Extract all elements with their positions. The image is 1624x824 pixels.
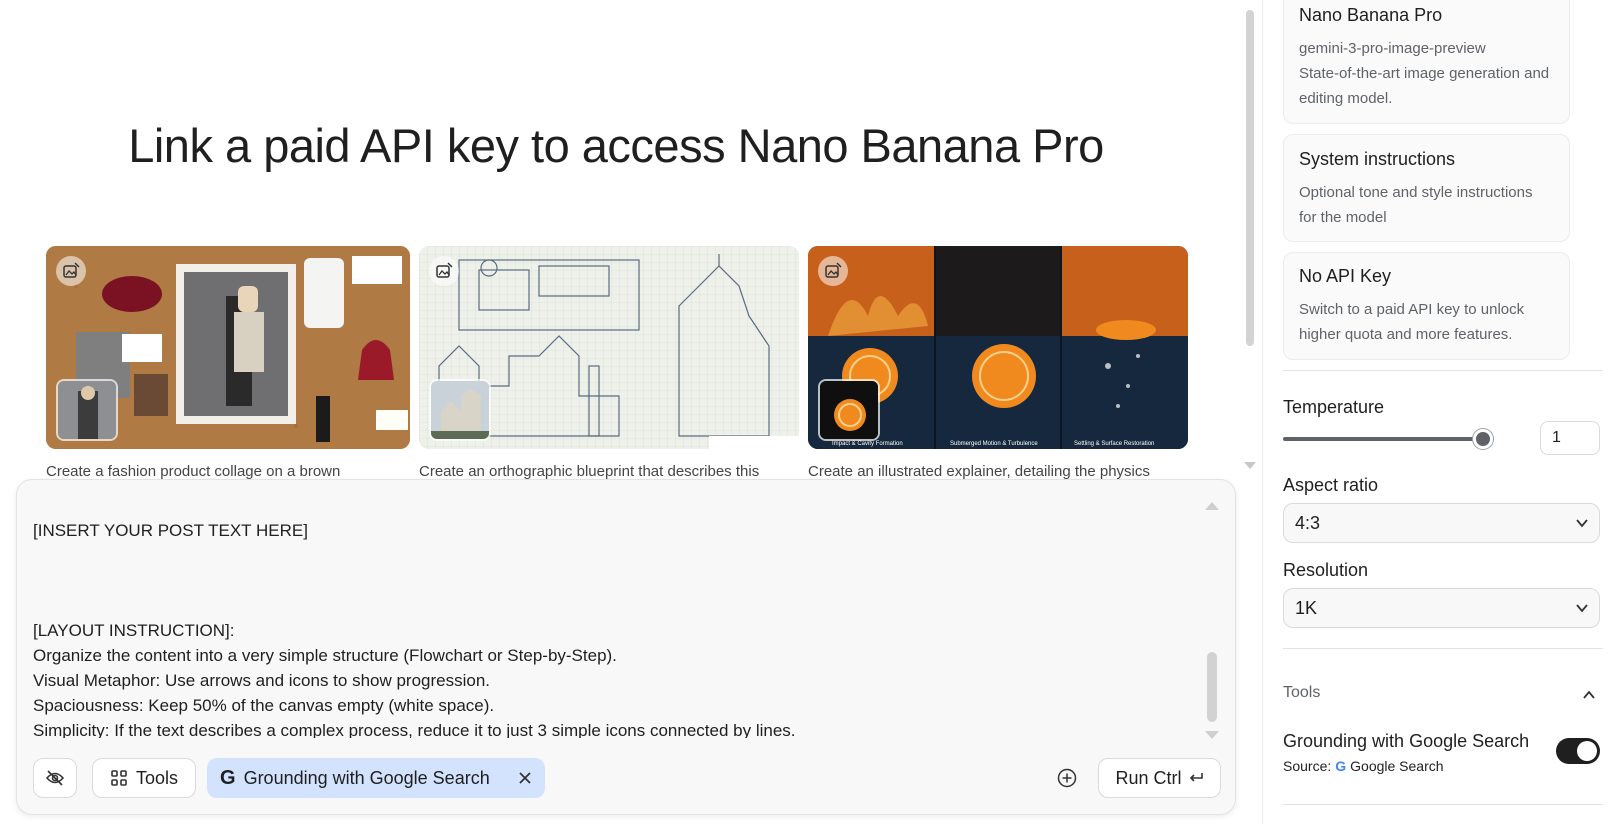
api-key-card[interactable]: No API Key Switch to a paid API key to u… bbox=[1283, 252, 1570, 360]
chevron-down-icon bbox=[1576, 519, 1588, 528]
example-card-fashion[interactable]: Create a fashion product collage on a br… bbox=[46, 246, 410, 480]
section-divider bbox=[1283, 370, 1603, 371]
image-edit-icon bbox=[429, 256, 459, 286]
temperature-label: Temperature bbox=[1283, 397, 1385, 417]
api-key-description: Switch to a paid API key to unlock highe… bbox=[1299, 301, 1525, 343]
model-title: Nano Banana Pro bbox=[1299, 5, 1443, 25]
example-image-blueprint bbox=[419, 246, 799, 449]
orange-splash-thumbnail bbox=[818, 379, 880, 441]
chevron-up-icon bbox=[1583, 690, 1595, 699]
svg-text:Submerged Motion & Turbulence: Submerged Motion & Turbulence bbox=[950, 441, 1038, 447]
image-edit-icon bbox=[56, 256, 86, 286]
castle-reference-thumbnail bbox=[429, 379, 491, 441]
svg-text:Settling & Surface Restoration: Settling & Surface Restoration bbox=[1074, 441, 1154, 447]
example-image-physics-explainer: Impact & Cavity Formation Submerged Moti… bbox=[808, 246, 1188, 449]
resolution-select[interactable]: 1K bbox=[1283, 588, 1600, 628]
image-edit-icon bbox=[818, 256, 848, 286]
prompt-scrollbar-thumb[interactable] bbox=[1207, 652, 1217, 722]
tools-section-header[interactable]: Tools bbox=[1283, 684, 1600, 708]
plus-circle-icon bbox=[1057, 768, 1077, 788]
eye-off-icon bbox=[45, 770, 65, 786]
prompt-input[interactable]: [INSERT YOUR POST TEXT HERE] [LAYOUT INS… bbox=[33, 518, 1193, 738]
aspect-ratio-label: Aspect ratio bbox=[1283, 475, 1379, 495]
close-icon[interactable] bbox=[518, 771, 532, 785]
example-image-fashion-collage bbox=[46, 246, 410, 449]
example-caption-blueprint: Create an orthographic blueprint that de… bbox=[419, 463, 760, 480]
tools-section-title: Tools bbox=[1283, 684, 1321, 701]
aspect-ratio-select[interactable]: 4:3 bbox=[1283, 503, 1600, 543]
system-instructions-title: System instructions bbox=[1299, 149, 1456, 169]
example-caption-fashion: Create a fashion product collage on a br… bbox=[46, 463, 341, 480]
toggle-knob bbox=[1577, 741, 1597, 761]
grounding-chip-label: Grounding with Google Search bbox=[243, 767, 490, 788]
example-caption-physics: Create an illustrated explainer, detaili… bbox=[808, 463, 1150, 480]
grounding-source-name: Google Search bbox=[1350, 758, 1444, 774]
model-id: gemini-3-pro-image-preview bbox=[1299, 40, 1486, 57]
grounding-chip[interactable]: G Grounding with Google Search bbox=[207, 758, 545, 798]
run-button-label: Run Ctrl bbox=[1115, 767, 1182, 788]
google-g-icon: G bbox=[1335, 758, 1347, 774]
grounding-source: Source: G Google Search bbox=[1283, 758, 1444, 774]
prompt-scroll-up-arrow[interactable] bbox=[1205, 502, 1219, 510]
section-divider bbox=[1283, 648, 1603, 649]
system-instructions-description: Optional tone and style instructions for… bbox=[1299, 184, 1533, 226]
chevron-down-icon bbox=[1576, 604, 1588, 613]
main-scroll-down-arrow[interactable] bbox=[1244, 462, 1256, 469]
resolution-label: Resolution bbox=[1283, 560, 1369, 580]
temperature-input[interactable]: 1 bbox=[1540, 421, 1600, 455]
grid-icon bbox=[111, 770, 127, 786]
model-description: State-of-the-art image generation and ed… bbox=[1299, 65, 1550, 107]
example-card-physics[interactable]: Impact & Cavity Formation Submerged Moti… bbox=[808, 246, 1188, 480]
add-media-button[interactable] bbox=[1051, 762, 1083, 794]
fashion-reference-thumbnail bbox=[56, 379, 118, 441]
temperature-slider-track[interactable] bbox=[1283, 437, 1483, 441]
page-headline: Link a paid API key to access Nano Banan… bbox=[128, 119, 1104, 172]
tools-button-label: Tools bbox=[135, 767, 179, 788]
app: Link a paid API key to access Nano Banan… bbox=[0, 0, 1624, 824]
grounding-toggle[interactable] bbox=[1556, 738, 1600, 764]
enter-arrow-icon bbox=[1189, 773, 1203, 782]
tools-button[interactable]: Tools bbox=[92, 758, 196, 798]
svg-text:Impact & Cavity Formation: Impact & Cavity Formation bbox=[832, 441, 903, 447]
grounding-source-label: Source: bbox=[1283, 758, 1332, 774]
grounding-title: Grounding with Google Search bbox=[1283, 731, 1530, 751]
api-key-title: No API Key bbox=[1299, 266, 1392, 286]
temperature-slider-thumb[interactable] bbox=[1473, 429, 1493, 449]
model-selector-card[interactable]: Nano Banana Pro gemini-3-pro-image-previ… bbox=[1283, 0, 1570, 124]
google-g-icon: G bbox=[220, 766, 236, 789]
run-button[interactable]: Run Ctrl bbox=[1098, 758, 1221, 798]
resolution-value: 1K bbox=[1295, 598, 1318, 618]
visibility-toggle-button[interactable] bbox=[33, 758, 77, 798]
system-instructions-card[interactable]: System instructions Optional tone and st… bbox=[1283, 134, 1570, 242]
example-card-blueprint[interactable]: Create an orthographic blueprint that de… bbox=[419, 246, 799, 480]
main-scrollbar[interactable] bbox=[1246, 10, 1254, 346]
prompt-scroll-down-arrow[interactable] bbox=[1205, 731, 1219, 739]
aspect-ratio-value: 4:3 bbox=[1295, 513, 1321, 533]
settings-panel: Nano Banana Pro gemini-3-pro-image-previ… bbox=[1262, 0, 1624, 824]
main-area: Link a paid API key to access Nano Banan… bbox=[0, 0, 1262, 824]
prompt-panel: [INSERT YOUR POST TEXT HERE] [LAYOUT INS… bbox=[16, 479, 1236, 815]
section-divider bbox=[1283, 804, 1603, 805]
